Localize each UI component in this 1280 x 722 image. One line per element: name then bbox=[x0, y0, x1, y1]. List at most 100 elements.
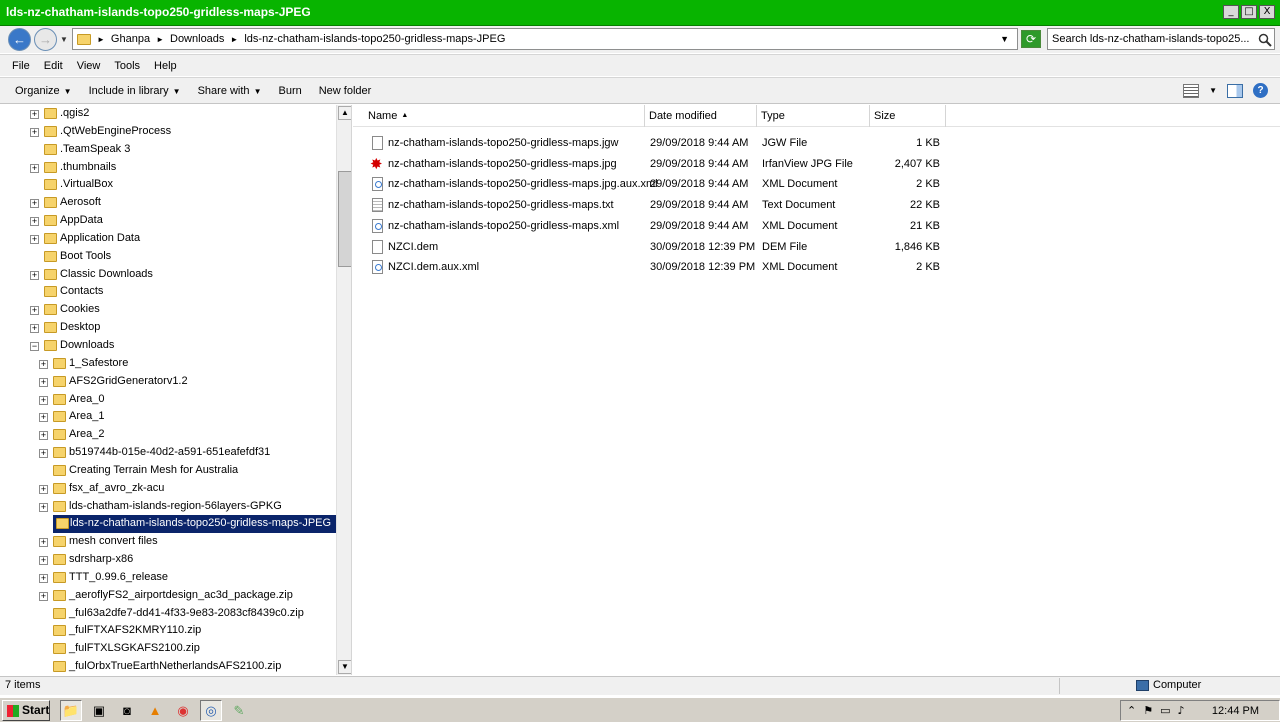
column-header-name[interactable]: Name ▲ bbox=[364, 105, 645, 127]
expand-icon[interactable]: + bbox=[39, 538, 48, 548]
tree-item[interactable]: _fulFTXAFS2KMRY110.zip bbox=[4, 622, 336, 640]
expand-icon[interactable]: + bbox=[30, 324, 39, 334]
expand-icon[interactable]: + bbox=[39, 413, 48, 423]
expand-icon[interactable]: + bbox=[30, 270, 39, 280]
address-dropdown-icon[interactable]: ▼ bbox=[1000, 34, 1009, 44]
file-row[interactable]: nz-chatham-islands-topo250-gridless-maps… bbox=[353, 216, 1280, 236]
back-button[interactable]: ← bbox=[8, 28, 31, 51]
include-in-library-button[interactable]: Include in library ▼ bbox=[89, 85, 181, 97]
preview-pane-icon[interactable] bbox=[1227, 83, 1243, 98]
show-hidden-icons-icon[interactable]: ⌃ bbox=[1127, 704, 1136, 717]
breadcrumb-separator[interactable]: ► bbox=[97, 35, 105, 44]
column-header-size[interactable]: Size bbox=[870, 105, 946, 127]
tree-item[interactable]: + fsx_af_avro_zk-acu bbox=[4, 480, 336, 498]
camera-taskbar-icon[interactable]: ◙ bbox=[116, 700, 138, 721]
tree-item[interactable]: +1_Safestore bbox=[4, 355, 336, 373]
chrome-taskbar-icon[interactable]: ◉ bbox=[172, 700, 194, 721]
tree-item[interactable]: + AppData bbox=[4, 212, 336, 230]
menu-edit[interactable]: Edit bbox=[44, 60, 63, 72]
search-input[interactable]: Search lds-nz-chatham-islands-topo25... bbox=[1047, 28, 1275, 50]
maximize-button[interactable]: □ bbox=[1241, 5, 1257, 19]
tree-item[interactable]: _ful63a2dfe7-dd41-4f33-9e83-2083cf8439c0… bbox=[4, 605, 336, 623]
new-folder-button[interactable]: New folder bbox=[319, 85, 372, 97]
expand-icon[interactable]: + bbox=[30, 234, 39, 244]
tree-item[interactable]: Contacts bbox=[4, 283, 336, 301]
tree-item[interactable]: + Cookies bbox=[4, 301, 336, 319]
tree-item[interactable]: + Area_1 bbox=[4, 408, 336, 426]
expand-icon[interactable]: + bbox=[39, 395, 48, 405]
scroll-down-arrow-icon[interactable]: ▼ bbox=[338, 660, 351, 674]
start-button[interactable]: Start bbox=[2, 700, 50, 721]
expand-icon[interactable]: + bbox=[39, 502, 48, 512]
volume-icon[interactable]: ♪ bbox=[1178, 704, 1185, 717]
tree-item[interactable]: + Area_0 bbox=[4, 391, 336, 409]
change-view-icon[interactable] bbox=[1183, 83, 1200, 98]
expand-icon[interactable]: + bbox=[30, 217, 39, 227]
tree-item[interactable]: + Application Data bbox=[4, 230, 336, 248]
view-dropdown-icon[interactable]: ▼ bbox=[1209, 86, 1217, 95]
tree-item[interactable]: .TeamSpeak 3 bbox=[4, 141, 336, 159]
expand-icon[interactable]: + bbox=[39, 377, 48, 387]
network-icon[interactable]: ▭ bbox=[1160, 704, 1170, 717]
media-player-taskbar-icon[interactable]: ▣ bbox=[88, 700, 110, 721]
tree-item[interactable]: + .thumbnails bbox=[4, 159, 336, 177]
tree-item[interactable]: + sdrsharp-x86 bbox=[4, 551, 336, 569]
tree-item[interactable]: + .QtWebEngineProcess bbox=[4, 123, 336, 141]
minimize-button[interactable]: _ bbox=[1223, 5, 1239, 19]
tree-item[interactable]: + Desktop bbox=[4, 319, 336, 337]
close-button[interactable]: X bbox=[1259, 5, 1275, 19]
column-header-type[interactable]: Type bbox=[757, 105, 870, 127]
share-with-button[interactable]: Share with ▼ bbox=[198, 85, 262, 97]
menu-file[interactable]: File bbox=[12, 60, 30, 72]
flag-icon[interactable]: ⚑ bbox=[1143, 704, 1153, 717]
tree-item[interactable]: + _aeroflyFS2_airportdesign_ac3d_package.… bbox=[4, 587, 336, 605]
forward-button[interactable]: → bbox=[34, 28, 57, 51]
expand-icon[interactable]: + bbox=[39, 556, 48, 566]
expand-icon[interactable]: + bbox=[30, 127, 39, 137]
breadcrumb-current-folder[interactable]: lds-nz-chatham-islands-topo250-gridless-… bbox=[244, 33, 505, 45]
tree-item[interactable]: + mesh convert files bbox=[4, 533, 336, 551]
tree-item[interactable]: lds-nz-chatham-islands-topo250-gridless-… bbox=[53, 515, 336, 534]
expand-icon[interactable]: + bbox=[30, 199, 39, 209]
expand-icon[interactable]: + bbox=[30, 163, 39, 173]
tree-item[interactable]: Boot Tools bbox=[4, 248, 336, 266]
menu-help[interactable]: Help bbox=[154, 60, 177, 72]
browser-taskbar-icon[interactable]: ◎ bbox=[200, 700, 222, 721]
clock[interactable]: 12:44 PM bbox=[1212, 705, 1259, 717]
tree-item[interactable]: + Classic Downloads bbox=[4, 266, 336, 284]
organize-button[interactable]: Organize ▼ bbox=[15, 85, 72, 97]
breadcrumb-ghanpa[interactable]: Ghanpa bbox=[111, 33, 150, 45]
tree-scrollbar[interactable]: ▲ ▼ bbox=[336, 105, 351, 675]
explorer-taskbar-icon[interactable]: 📁 bbox=[60, 700, 82, 721]
breadcrumb-downloads[interactable]: Downloads bbox=[170, 33, 224, 45]
file-row[interactable]: nz-chatham-islands-topo250-gridless-maps… bbox=[353, 133, 1280, 153]
file-row[interactable]: NZCI.dem.aux.xml 30/09/2018 12:39 PM XML D… bbox=[353, 257, 1280, 277]
search-icon[interactable] bbox=[1258, 33, 1272, 47]
tree-item[interactable]: + Area_2 bbox=[4, 426, 336, 444]
expand-icon[interactable]: + bbox=[39, 591, 48, 601]
title-bar[interactable]: lds-nz-chatham-islands-topo250-gridless-… bbox=[0, 0, 1280, 26]
expand-icon[interactable]: + bbox=[39, 449, 48, 459]
file-row[interactable]: nz-chatham-islands-topo250-gridless-maps… bbox=[353, 154, 1280, 174]
column-header-date[interactable]: Date modified bbox=[645, 105, 757, 127]
vlc-taskbar-icon[interactable]: ▲ bbox=[144, 700, 166, 721]
tree-item[interactable]: + .qgis2 bbox=[4, 105, 336, 123]
expand-icon[interactable]: + bbox=[30, 110, 39, 119]
file-row[interactable]: NZCI.dem 30/09/2018 12:39 PM DEM File 1,846… bbox=[353, 237, 1280, 257]
scroll-up-arrow-icon[interactable]: ▲ bbox=[338, 106, 351, 120]
notepad-taskbar-icon[interactable]: ✎ bbox=[228, 700, 250, 721]
recent-pages-dropdown[interactable]: ▼ bbox=[60, 35, 68, 44]
refresh-button[interactable]: ⟳ bbox=[1021, 30, 1041, 48]
tree-item[interactable]: + b519744b-015e-40d2-a591-651eafefdf31 bbox=[4, 444, 336, 462]
tree-item[interactable]: − Downloads bbox=[4, 337, 336, 355]
breadcrumb-separator[interactable]: ► bbox=[230, 35, 238, 44]
file-row[interactable]: nz-chatham-islands-topo250-gridless-maps… bbox=[353, 195, 1280, 215]
tree-item[interactable]: + lds-chatham-islands-region-56layers-GPK… bbox=[4, 498, 336, 516]
tree-item[interactable]: + Aerosoft bbox=[4, 194, 336, 212]
collapse-icon[interactable]: − bbox=[30, 341, 39, 351]
tree-item[interactable]: .VirtualBox bbox=[4, 176, 336, 194]
tree-item[interactable]: Creating Terrain Mesh for Australia bbox=[4, 462, 336, 480]
tree-item[interactable]: _fulOrbxTrueEarthNetherlandsAFS2100.zip bbox=[4, 658, 336, 675]
breadcrumb-separator[interactable]: ► bbox=[156, 35, 164, 44]
tree-item[interactable]: _fulFTXLSGKAFS2100.zip bbox=[4, 640, 336, 658]
